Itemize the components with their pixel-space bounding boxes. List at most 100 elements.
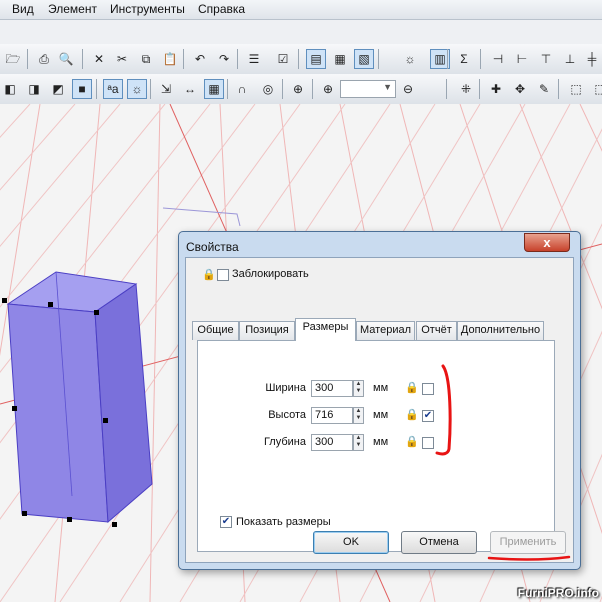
toolbar-separator: [183, 49, 184, 69]
cube3-button[interactable]: ◩: [48, 79, 68, 99]
align5-icon: ╪: [587, 52, 597, 66]
menu-view[interactable]: Вид: [12, 2, 34, 16]
select-icon: ⁜: [460, 82, 472, 96]
preview-icon: 🔍: [58, 52, 74, 66]
bulb-button[interactable]: ☼: [400, 49, 420, 69]
align2-button[interactable]: ⊢: [512, 49, 532, 69]
view3-icon: ▧: [358, 52, 370, 66]
dimension-label: Глубина: [263, 436, 306, 448]
align5-button[interactable]: ╪: [582, 49, 602, 69]
grid-icon: ▦: [208, 82, 220, 96]
add-button[interactable]: ✚: [486, 79, 506, 99]
open-button[interactable]: 🗁: [3, 49, 23, 69]
align1-icon: ⊣: [492, 52, 504, 66]
scissors-button[interactable]: ✂: [112, 49, 132, 69]
dimension-spinner[interactable]: ▲ ▼: [353, 407, 364, 424]
light-button[interactable]: ☼: [127, 79, 147, 99]
check-button[interactable]: ☑: [273, 49, 293, 69]
cube2-icon: ◨: [28, 82, 40, 96]
zoom-out-icon: ⊖: [402, 82, 414, 96]
target-button[interactable]: ◎: [258, 79, 278, 99]
zoom-in-button[interactable]: ⊕: [318, 79, 338, 99]
select-button[interactable]: ⁜: [456, 79, 476, 99]
ok-button[interactable]: OK: [313, 531, 389, 554]
lock-icon: 🔒: [202, 269, 216, 281]
dimension-button[interactable]: ↔: [180, 79, 200, 99]
cut-button[interactable]: ✕: [89, 49, 109, 69]
copy-button[interactable]: ⧉: [136, 49, 156, 69]
view2-button[interactable]: ▦: [330, 49, 350, 69]
align3-button[interactable]: ⊤: [536, 49, 556, 69]
grid-button[interactable]: ▦: [204, 79, 224, 99]
cube2-button[interactable]: ◨: [24, 79, 44, 99]
text-button[interactable]: ᵃa: [103, 79, 123, 99]
lock-label: Заблокировать: [232, 268, 309, 280]
menu-help[interactable]: Справка: [198, 2, 245, 16]
toolbar-separator: [480, 49, 481, 69]
dimension-input[interactable]: 300: [311, 380, 353, 397]
menu-tools[interactable]: Инструменты: [110, 2, 185, 16]
view-toolbar: ▼ ◧ ◨ ◩ ■ ᵃa ☼ ⇲ ↔ ▦ ∩ ◎ ⊕ ⊕ ⊖ ⁜ ✚ ✥ ✎ ⬚ ⬚: [0, 74, 602, 105]
frame2-button[interactable]: ⬚: [590, 79, 602, 99]
cancel-button[interactable]: Отмена: [401, 531, 477, 554]
panel-box[interactable]: [6, 271, 153, 524]
cube1-icon: ◧: [4, 82, 16, 96]
undo-button[interactable]: ↶: [190, 49, 210, 69]
dimension-input[interactable]: 300: [311, 434, 353, 451]
apply-button[interactable]: Применить: [490, 531, 566, 554]
dimension-lock-checkbox[interactable]: [422, 437, 434, 449]
tab-6[interactable]: Дополнительно: [457, 321, 544, 340]
tab-2[interactable]: Позиция: [239, 321, 295, 340]
dimension-lock-checkbox[interactable]: ✔: [422, 410, 434, 422]
toolbar-separator: [237, 49, 238, 69]
sigma-icon: Σ: [460, 52, 468, 66]
zoom-combo[interactable]: ▼: [340, 80, 396, 98]
close-button[interactable]: x: [524, 233, 570, 252]
dimension-spinner[interactable]: ▲ ▼: [353, 380, 364, 397]
align1-button[interactable]: ⊣: [488, 49, 508, 69]
toolbar-separator: [96, 79, 97, 99]
align3-icon: ⊤: [540, 52, 552, 66]
add-icon: ✚: [490, 82, 502, 96]
dimension-input[interactable]: 716: [311, 407, 353, 424]
tab-4[interactable]: Материал: [356, 321, 415, 340]
edit-button[interactable]: ✎: [534, 79, 554, 99]
zoom-in-icon: ⊕: [322, 82, 334, 96]
dimension-icon: ↔: [184, 82, 196, 96]
crosshair-button[interactable]: ⊕: [288, 79, 308, 99]
sigma-button[interactable]: Σ: [454, 49, 474, 69]
dimension-lock-checkbox[interactable]: [422, 383, 434, 395]
paste-button[interactable]: 📋: [160, 49, 180, 69]
lock-icon: 🔒: [405, 436, 419, 448]
tab-3[interactable]: Размеры: [295, 318, 356, 341]
tab-1[interactable]: Общие: [192, 321, 239, 340]
paste-icon: 📋: [162, 52, 178, 66]
tab-5[interactable]: Отчёт: [416, 321, 457, 340]
zoom-out-button[interactable]: ⊖: [398, 79, 418, 99]
menu-bar: Вид Элемент Инструменты Справка: [0, 0, 602, 20]
dimension-label: Высота: [268, 409, 306, 421]
align4-button[interactable]: ⊥: [560, 49, 580, 69]
cube4-button[interactable]: ■: [72, 79, 92, 99]
view1-button[interactable]: ▤: [306, 49, 326, 69]
menu-element[interactable]: Элемент: [48, 2, 97, 16]
check-icon: ☑: [277, 52, 289, 66]
print-icon: ⎙: [39, 52, 49, 66]
show-dimensions-checkbox[interactable]: ✔: [220, 516, 232, 528]
cube1-button[interactable]: ◧: [0, 79, 20, 99]
dimension-spinner[interactable]: ▲ ▼: [353, 434, 364, 451]
magnet-button[interactable]: ∩: [232, 79, 252, 99]
lock-checkbox[interactable]: [217, 269, 229, 281]
measure-button[interactable]: ⇲: [156, 79, 176, 99]
move-button[interactable]: ✥: [510, 79, 530, 99]
redo-button[interactable]: ↷: [214, 49, 234, 69]
toolbar-separator: [558, 79, 559, 99]
cube3-icon: ◩: [52, 82, 64, 96]
preview-button[interactable]: 🔍: [56, 49, 76, 69]
view3-button[interactable]: ▧: [354, 49, 374, 69]
frame1-button[interactable]: ⬚: [566, 79, 586, 99]
properties-button[interactable]: ☰: [244, 49, 264, 69]
redo-icon: ↷: [218, 52, 230, 66]
show-dimensions-label: Показать размеры: [236, 516, 331, 528]
print-button[interactable]: ⎙: [34, 49, 54, 69]
